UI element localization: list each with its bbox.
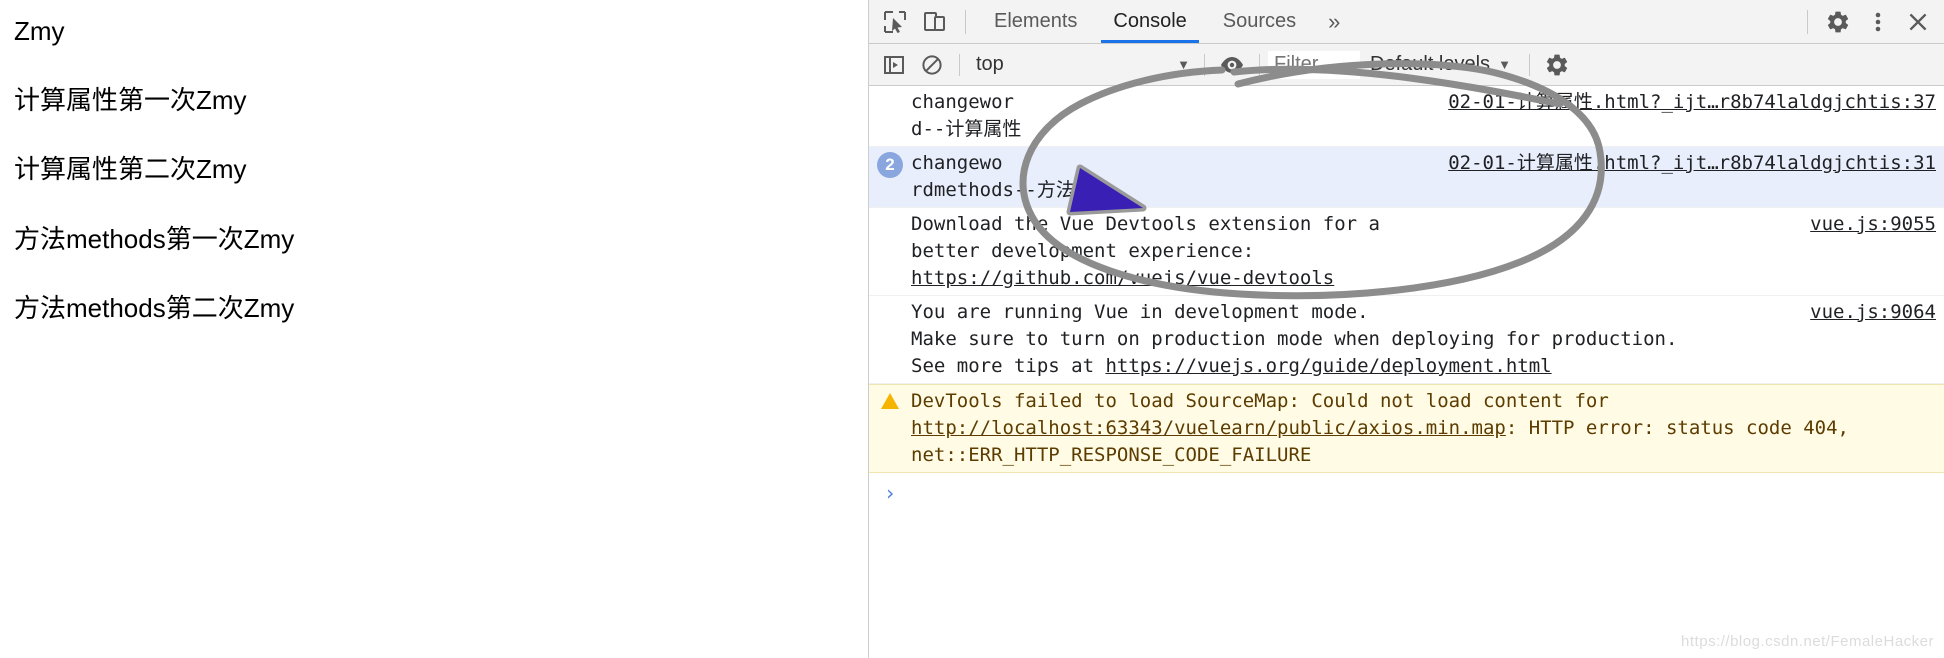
message-body: changewor 02-01-计算属性.html?_ijt…r8b74lald… bbox=[911, 89, 1936, 143]
message-gutter bbox=[869, 299, 911, 380]
console-message[interactable]: changewor 02-01-计算属性.html?_ijt…r8b74lald… bbox=[869, 86, 1944, 147]
console-message[interactable]: 2 changewo 02-01-计算属性.html?_ijt…r8b74lal… bbox=[869, 146, 1944, 208]
page-text-line: 计算属性第二次Zmy bbox=[14, 154, 247, 185]
message-gutter bbox=[869, 388, 911, 469]
message-body: You are running Vue in development mode.… bbox=[911, 299, 1936, 380]
device-toolbar-icon[interactable] bbox=[915, 5, 955, 39]
message-text: changewo bbox=[911, 151, 1003, 174]
message-text: changewor bbox=[911, 91, 1014, 113]
message-source-link[interactable]: vue.js:9064 bbox=[1810, 299, 1936, 326]
toolbar-divider bbox=[965, 9, 966, 34]
devtools-panel: Elements Console Sources » top ▼ Filter … bbox=[868, 0, 1944, 658]
warning-triangle-icon bbox=[881, 392, 899, 409]
toolbar-divider bbox=[1807, 9, 1808, 34]
message-gutter bbox=[869, 211, 911, 292]
tab-sources[interactable]: Sources bbox=[1205, 0, 1314, 43]
console-sidebar-icon[interactable] bbox=[875, 49, 913, 81]
message-gutter: 2 bbox=[869, 150, 911, 204]
tab-console[interactable]: Console bbox=[1095, 0, 1204, 43]
message-text-continued: rdmethods--方法 bbox=[911, 178, 1075, 201]
devtools-tabbar-actions bbox=[1797, 0, 1938, 43]
clear-console-icon[interactable] bbox=[913, 49, 951, 81]
inspect-element-icon[interactable] bbox=[875, 5, 915, 39]
console-filter-toolbar: top ▼ Default levels ▼ bbox=[869, 44, 1944, 86]
message-text-continued: better development experience: bbox=[911, 239, 1255, 262]
toolbar-divider bbox=[1204, 53, 1205, 76]
message-text: Download the Vue Devtools extension for … bbox=[911, 212, 1380, 235]
console-prompt[interactable]: › bbox=[869, 473, 1944, 505]
execution-context-select[interactable]: top ▼ bbox=[968, 50, 1196, 80]
message-url-link[interactable]: https://vuejs.org/guide/deployment.html bbox=[1105, 355, 1551, 377]
log-levels-select[interactable]: Default levels ▼ bbox=[1360, 50, 1521, 80]
chevron-down-icon: ▼ bbox=[1177, 57, 1190, 72]
message-text: DevTools failed to load SourceMap: Could… bbox=[911, 389, 1609, 412]
tab-elements[interactable]: Elements bbox=[976, 0, 1095, 43]
web-page-pane: Zmy 计算属性第一次Zmy 计算属性第二次Zmy 方法methods第一次Zm… bbox=[0, 0, 868, 658]
live-expression-eye-icon[interactable] bbox=[1213, 49, 1251, 81]
message-text-continued: d--计算属性 bbox=[911, 117, 1022, 140]
devtools-tab-list: Elements Console Sources » bbox=[976, 0, 1354, 43]
message-gutter bbox=[869, 89, 911, 143]
watermark: https://blog.csdn.net/FemaleHacker bbox=[1681, 633, 1934, 650]
message-text: You are running Vue in development mode. bbox=[911, 300, 1369, 323]
message-body: DevTools failed to load SourceMap: Could… bbox=[911, 388, 1936, 469]
message-first-row: changewor 02-01-计算属性.html?_ijt…r8b74lald… bbox=[911, 89, 1936, 116]
page-text-line: 计算属性第一次Zmy bbox=[14, 85, 247, 116]
devtools-tabbar: Elements Console Sources » bbox=[869, 0, 1944, 44]
execution-context-value: top bbox=[976, 53, 1004, 75]
message-first-row: changewo 02-01-计算属性.html?_ijt…r8b74laldg… bbox=[911, 150, 1936, 177]
toolbar-divider bbox=[959, 53, 960, 76]
message-first-row: Download the Vue Devtools extension for … bbox=[911, 211, 1936, 238]
message-source-link[interactable]: 02-01-计算属性.html?_ijt…r8b74laldgjchtis:37 bbox=[1448, 89, 1936, 116]
message-body: changewo 02-01-计算属性.html?_ijt…r8b74laldg… bbox=[911, 150, 1936, 204]
console-message[interactable]: You are running Vue in development mode.… bbox=[869, 296, 1944, 384]
repeat-count-badge: 2 bbox=[877, 151, 903, 178]
message-body: Download the Vue Devtools extension for … bbox=[911, 211, 1936, 292]
console-message-warning[interactable]: DevTools failed to load SourceMap: Could… bbox=[869, 383, 1944, 473]
message-source-link[interactable]: 02-01-计算属性.html?_ijt…r8b74laldgjchtis:31 bbox=[1448, 150, 1936, 177]
close-icon[interactable] bbox=[1898, 5, 1938, 39]
console-settings-gear-icon[interactable] bbox=[1538, 49, 1576, 81]
screenshot-root: Zmy 计算属性第一次Zmy 计算属性第二次Zmy 方法methods第一次Zm… bbox=[0, 0, 1944, 658]
message-url-link[interactable]: http://localhost:63343/vuelearn/public/a… bbox=[911, 417, 1506, 439]
page-text-line: 方法methods第二次Zmy bbox=[14, 292, 295, 323]
more-tabs-chevron-icon[interactable]: » bbox=[1314, 0, 1354, 43]
message-source-link[interactable]: vue.js:9055 bbox=[1810, 211, 1936, 238]
gear-icon[interactable] bbox=[1818, 5, 1858, 39]
kebab-menu-icon[interactable] bbox=[1858, 5, 1898, 39]
page-text-line: Zmy bbox=[14, 16, 65, 46]
message-url-link[interactable]: https://github.com/vuejs/vue-devtools bbox=[911, 267, 1334, 289]
message-text-tips: See more tips at https://vuejs.org/guide… bbox=[911, 353, 1936, 380]
message-tips-prefix: See more tips at bbox=[911, 354, 1106, 377]
toolbar-divider bbox=[1259, 53, 1260, 76]
message-first-row: You are running Vue in development mode.… bbox=[911, 299, 1936, 326]
toolbar-divider bbox=[1528, 53, 1530, 76]
filter-input[interactable] bbox=[1268, 50, 1360, 79]
prompt-caret-icon: › bbox=[883, 480, 897, 505]
message-text-continued: Make sure to turn on production mode whe… bbox=[911, 327, 1678, 350]
page-text-line: 方法methods第一次Zmy bbox=[14, 223, 295, 254]
console-message[interactable]: Download the Vue Devtools extension for … bbox=[869, 208, 1944, 296]
console-message-list[interactable]: changewor 02-01-计算属性.html?_ijt…r8b74lald… bbox=[869, 86, 1944, 658]
chevron-down-icon: ▼ bbox=[1498, 57, 1511, 72]
log-levels-value: Default levels bbox=[1370, 53, 1491, 75]
